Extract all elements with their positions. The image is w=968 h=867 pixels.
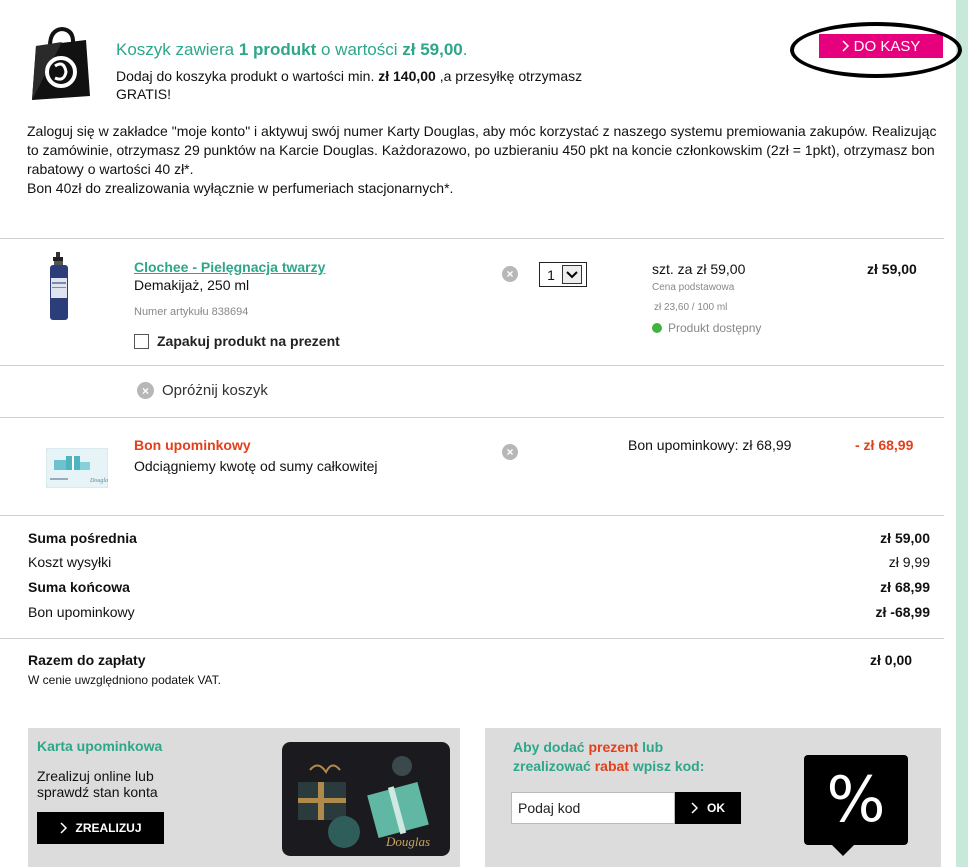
- divider: [0, 515, 944, 516]
- shopping-bag-icon: [32, 26, 90, 100]
- chevron-right-icon: [842, 40, 849, 52]
- empty-cart-icon: ×: [137, 382, 154, 399]
- promo-code-panel: Aby dodać prezent lub zrealizować rabat …: [485, 728, 941, 867]
- to-pay-value: zł 0,00: [870, 652, 913, 668]
- redeem-button[interactable]: ZREALIZUJ: [37, 812, 164, 844]
- chevron-right-icon: [691, 802, 699, 814]
- final-sum-value: zł 68,99: [880, 579, 930, 595]
- gift-card-image: Douglas: [282, 742, 450, 856]
- subtotal-label: Suma pośrednia: [28, 530, 137, 546]
- product-line-total: zł 59,00: [867, 261, 917, 277]
- gift-wrap-label: Zapakuj produkt na prezent: [157, 333, 340, 349]
- chevron-right-icon: [59, 822, 67, 834]
- cart-summary-title: Koszyk zawiera 1 produkt o wartości zł 5…: [116, 40, 468, 59]
- voucher-summary-row: Bon upominkowy zł -68,99: [28, 604, 930, 620]
- quantity-select[interactable]: 1: [539, 262, 587, 287]
- price-type: Cena podstawowa: [652, 282, 735, 293]
- voucher-line-total: - zł 68,99: [855, 437, 914, 453]
- subtotal-value: zł 59,00: [880, 530, 930, 546]
- loyalty-info: Zaloguj się w zakładce "moje konto" i ak…: [27, 122, 945, 198]
- percent-symbol: %: [826, 763, 886, 836]
- gift-card-panel: Karta upominkowa Zrealizuj online lub sp…: [28, 728, 460, 867]
- chevron-down-icon[interactable]: [562, 265, 582, 284]
- final-sum-row: Suma końcowa zł 68,99: [28, 579, 930, 595]
- empty-cart-label: Opróżnij koszyk: [162, 382, 268, 399]
- divider: [0, 638, 944, 639]
- gift-card-title: Karta upominkowa: [37, 738, 163, 754]
- shipping-row: Koszt wysyłki zł 9,99: [28, 554, 930, 570]
- vat-note: W cenie uwzględniono podatek VAT.: [28, 673, 222, 687]
- price-per-volume: zł 23,60 / 100 ml: [654, 302, 728, 313]
- empty-cart-button[interactable]: × Opróżnij koszyk: [137, 382, 268, 399]
- availability-status: Produkt dostępny: [652, 321, 761, 335]
- percent-icon-tail: [829, 842, 857, 856]
- availability-label: Produkt dostępny: [668, 321, 762, 335]
- svg-text:Douglas: Douglas: [89, 478, 108, 484]
- unit-price: szt. za zł 59,00: [652, 261, 746, 277]
- gift-voucher-image: Douglas: [46, 448, 108, 488]
- available-dot-icon: [652, 323, 662, 333]
- loyalty-info-note: Bon 40zł do zrealizowania wyłącznie w pe…: [27, 180, 454, 196]
- ok-button-label: OK: [707, 801, 725, 815]
- gift-wrap-checkbox[interactable]: [134, 333, 149, 349]
- to-pay-label: Razem do zapłaty: [28, 652, 146, 668]
- product-bottle-image: [50, 252, 68, 320]
- shipping-label: Koszt wysyłki: [28, 554, 112, 570]
- gift-wrap-option[interactable]: Zapakuj produkt na prezent: [134, 333, 340, 349]
- final-sum-label: Suma końcowa: [28, 579, 130, 595]
- free-shipping-note: Dodaj do koszyka produkt o wartości min.…: [116, 68, 583, 102]
- divider: [0, 365, 944, 366]
- subtotal-row: Suma pośrednia zł 59,00: [28, 530, 930, 546]
- right-scroll-strip: [956, 0, 968, 867]
- product-description: Demakijaż, 250 ml: [134, 277, 250, 293]
- divider: [0, 417, 944, 418]
- voucher-title: Bon upominkowy: [134, 437, 251, 453]
- redeem-button-label: ZREALIZUJ: [75, 821, 142, 835]
- gift-card-subtitle: Zrealizuj online lub sprawdź stan konta: [37, 768, 158, 800]
- percent-icon: %: [804, 755, 908, 845]
- voucher-amount-label: Bon upominkowy: zł 68,99: [628, 437, 792, 453]
- divider: [0, 238, 944, 239]
- voucher-summary-value: zł -68,99: [875, 604, 930, 620]
- promo-code-input[interactable]: [511, 792, 675, 824]
- remove-voucher-icon[interactable]: ×: [502, 444, 518, 460]
- promo-code-ok-button[interactable]: OK: [675, 792, 741, 824]
- checkout-button[interactable]: DO KASY: [819, 34, 943, 58]
- gift-card-brand: Douglas: [385, 834, 430, 849]
- product-article-number: Numer artykułu 838694: [134, 306, 249, 318]
- remove-product-icon[interactable]: ×: [502, 266, 518, 282]
- quantity-value: 1: [547, 266, 555, 283]
- voucher-description: Odciągniemy kwotę od sumy całkowitej: [134, 458, 378, 474]
- promo-code-title: Aby dodać prezent lub zrealizować rabat …: [513, 739, 705, 774]
- shipping-value: zł 9,99: [888, 554, 930, 570]
- product-name-link[interactable]: Clochee - Pielęgnacja twarzy: [134, 259, 325, 275]
- checkout-button-label: DO KASY: [853, 37, 921, 55]
- voucher-summary-label: Bon upominkowy: [28, 604, 135, 620]
- loyalty-info-text: Zaloguj się w zakładce "moje konto" i ak…: [27, 123, 937, 177]
